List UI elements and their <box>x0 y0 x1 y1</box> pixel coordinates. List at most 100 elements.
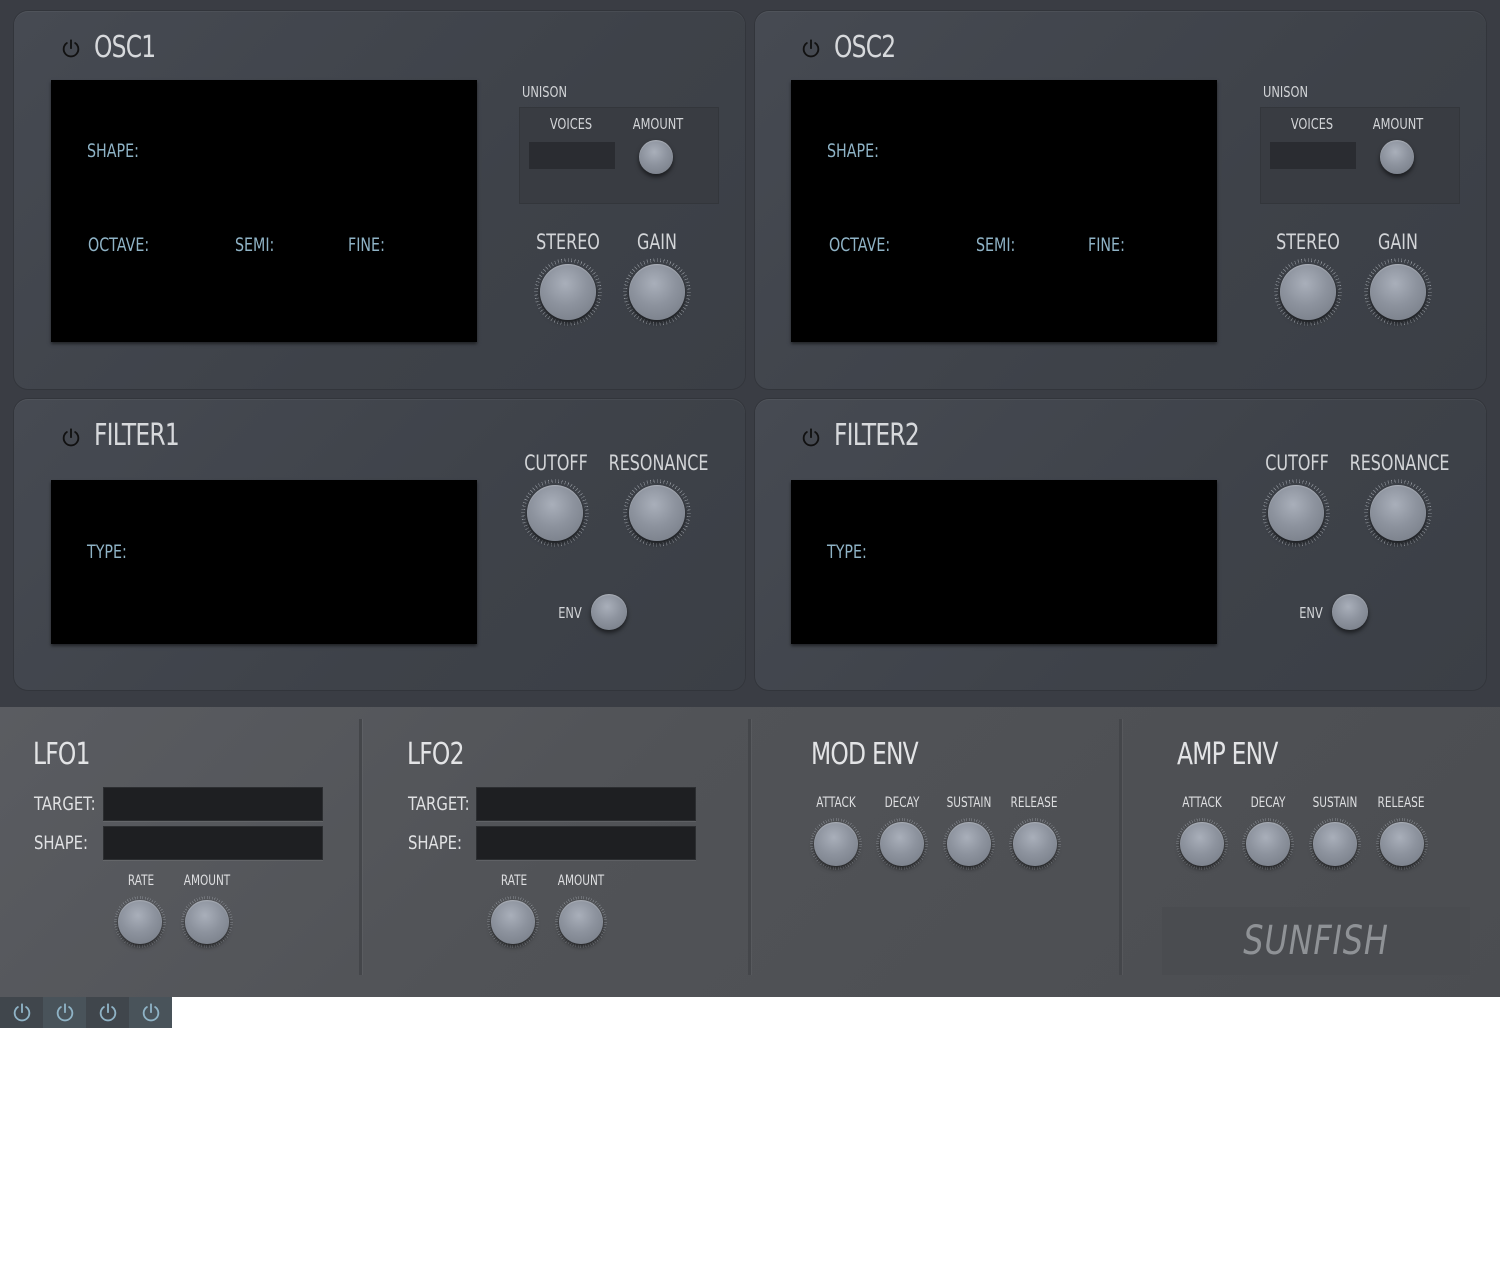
osc2-amount-label: AMOUNT <box>1372 115 1424 133</box>
strip-power-button-3[interactable] <box>86 997 129 1028</box>
osc2-voices-label: VOICES <box>1290 115 1334 133</box>
filter2-env-label: ENV <box>1299 604 1323 622</box>
osc1-gain-label: GAIN <box>637 230 677 254</box>
osc2-gain-knob[interactable] <box>1364 258 1432 326</box>
power-icon <box>11 1002 33 1024</box>
filter2-power-icon[interactable] <box>800 427 822 449</box>
power-icon <box>140 1002 162 1024</box>
mod-env-release-label: RELEASE <box>1010 795 1058 811</box>
lfo1-shape-field[interactable] <box>103 826 323 860</box>
power-button-strip <box>0 997 172 1028</box>
filter2-title: FILTER2 <box>834 418 920 453</box>
osc2-display <box>791 80 1217 342</box>
lfo2-amount-knob[interactable] <box>555 896 607 948</box>
strip-power-button-1[interactable] <box>0 997 43 1028</box>
divider <box>359 719 362 975</box>
osc2-power-icon[interactable] <box>800 38 822 60</box>
osc2-shape-label: SHAPE: <box>827 140 879 162</box>
osc1-gain-knob[interactable] <box>623 258 691 326</box>
synth-top-section: OSC1 SHAPE: OCTAVE: SEMI: FINE: UNISON V… <box>0 0 1500 707</box>
amp-env-decay-knob[interactable] <box>1242 818 1294 870</box>
lfo2-shape-field[interactable] <box>476 826 696 860</box>
filter2-resonance-label: RESONANCE <box>1349 451 1450 475</box>
lfo2-target-label: TARGET: <box>408 793 470 815</box>
amp-env-sustain-knob[interactable] <box>1309 818 1361 870</box>
osc2-unison-label: UNISON <box>1263 83 1308 101</box>
osc2-octave-label: OCTAVE: <box>829 234 891 256</box>
amp-env-release-label: RELEASE <box>1377 795 1425 811</box>
lfo1-amount-knob[interactable] <box>181 896 233 948</box>
filter2-env-knob[interactable] <box>1330 592 1370 632</box>
osc1-semi-label: SEMI: <box>235 234 275 256</box>
lfo2-amount-label: AMOUNT <box>557 873 605 889</box>
osc1-stereo-knob[interactable] <box>534 258 602 326</box>
filter2-resonance-knob[interactable] <box>1364 479 1432 547</box>
mod-env-attack-knob[interactable] <box>810 818 862 870</box>
osc1-display <box>51 80 477 342</box>
lfo1-rate-knob[interactable] <box>114 896 166 948</box>
lfo1-target-label: TARGET: <box>34 793 96 815</box>
lfo2-shape-label: SHAPE: <box>408 832 462 854</box>
osc2-stereo-label: STEREO <box>1276 230 1340 254</box>
lfo1-title: LFO1 <box>33 737 90 772</box>
filter2-type-label: TYPE: <box>827 541 867 563</box>
filter1-resonance-knob[interactable] <box>623 479 691 547</box>
filter1-title: FILTER1 <box>94 418 180 453</box>
amp-env-decay-label: DECAY <box>1250 795 1286 811</box>
osc1-power-icon[interactable] <box>60 38 82 60</box>
lfo2-target-field[interactable] <box>476 787 696 821</box>
power-icon <box>97 1002 119 1024</box>
filter1-cutoff-label: CUTOFF <box>524 451 588 475</box>
osc1-unison-amount-knob[interactable] <box>636 137 676 177</box>
osc1-voices-field[interactable] <box>529 142 615 169</box>
amp-env-attack-label: ATTACK <box>1182 795 1222 811</box>
filter1-resonance-label: RESONANCE <box>608 451 709 475</box>
osc1-stereo-label: STEREO <box>536 230 600 254</box>
filter2-cutoff-label: CUTOFF <box>1265 451 1329 475</box>
mod-env-decay-knob[interactable] <box>876 818 928 870</box>
amp-env-attack-knob[interactable] <box>1176 818 1228 870</box>
osc2-gain-label: GAIN <box>1378 230 1418 254</box>
amp-env-sustain-label: SUSTAIN <box>1312 795 1358 811</box>
osc1-shape-label: SHAPE: <box>87 140 139 162</box>
amp-env-release-knob[interactable] <box>1376 818 1428 870</box>
filter2-cutoff-knob[interactable] <box>1262 479 1330 547</box>
lfo2-rate-knob[interactable] <box>487 896 539 948</box>
filter1-env-label: ENV <box>558 604 582 622</box>
lfo2-rate-label: RATE <box>500 873 528 889</box>
osc2-fine-label: FINE: <box>1088 234 1125 256</box>
osc2-unison-amount-knob[interactable] <box>1377 137 1417 177</box>
strip-power-button-2[interactable] <box>43 997 86 1028</box>
osc1-unison-label: UNISON <box>522 83 567 101</box>
strip-power-button-4[interactable] <box>129 997 172 1028</box>
osc2-voices-field[interactable] <box>1270 142 1356 169</box>
lfo1-shape-label: SHAPE: <box>34 832 88 854</box>
mod-env-sustain-knob[interactable] <box>943 818 995 870</box>
filter1-type-label: TYPE: <box>87 541 127 563</box>
osc2-title: OSC2 <box>834 30 896 65</box>
logo-text: SUNFISH <box>1243 918 1389 964</box>
lfo1-rate-label: RATE <box>127 873 155 889</box>
osc2-semi-label: SEMI: <box>976 234 1016 256</box>
osc1-voices-label: VOICES <box>549 115 593 133</box>
filter1-env-knob[interactable] <box>589 592 629 632</box>
lfo1-target-field[interactable] <box>103 787 323 821</box>
mod-env-sustain-label: SUSTAIN <box>946 795 992 811</box>
lfo2-title: LFO2 <box>407 737 464 772</box>
logo-box: SUNFISH <box>1162 907 1470 975</box>
divider <box>748 719 751 975</box>
mod-env-release-knob[interactable] <box>1009 818 1061 870</box>
osc1-title: OSC1 <box>94 30 156 65</box>
osc2-stereo-knob[interactable] <box>1274 258 1342 326</box>
filter1-power-icon[interactable] <box>60 427 82 449</box>
osc1-fine-label: FINE: <box>348 234 385 256</box>
divider <box>1119 719 1122 975</box>
power-icon <box>54 1002 76 1024</box>
osc1-octave-label: OCTAVE: <box>88 234 150 256</box>
filter1-cutoff-knob[interactable] <box>521 479 589 547</box>
mod-env-attack-label: ATTACK <box>816 795 856 811</box>
osc1-amount-label: AMOUNT <box>632 115 684 133</box>
amp-env-title: AMP ENV <box>1177 737 1278 772</box>
lfo1-amount-label: AMOUNT <box>183 873 231 889</box>
mod-env-title: MOD ENV <box>811 737 919 772</box>
